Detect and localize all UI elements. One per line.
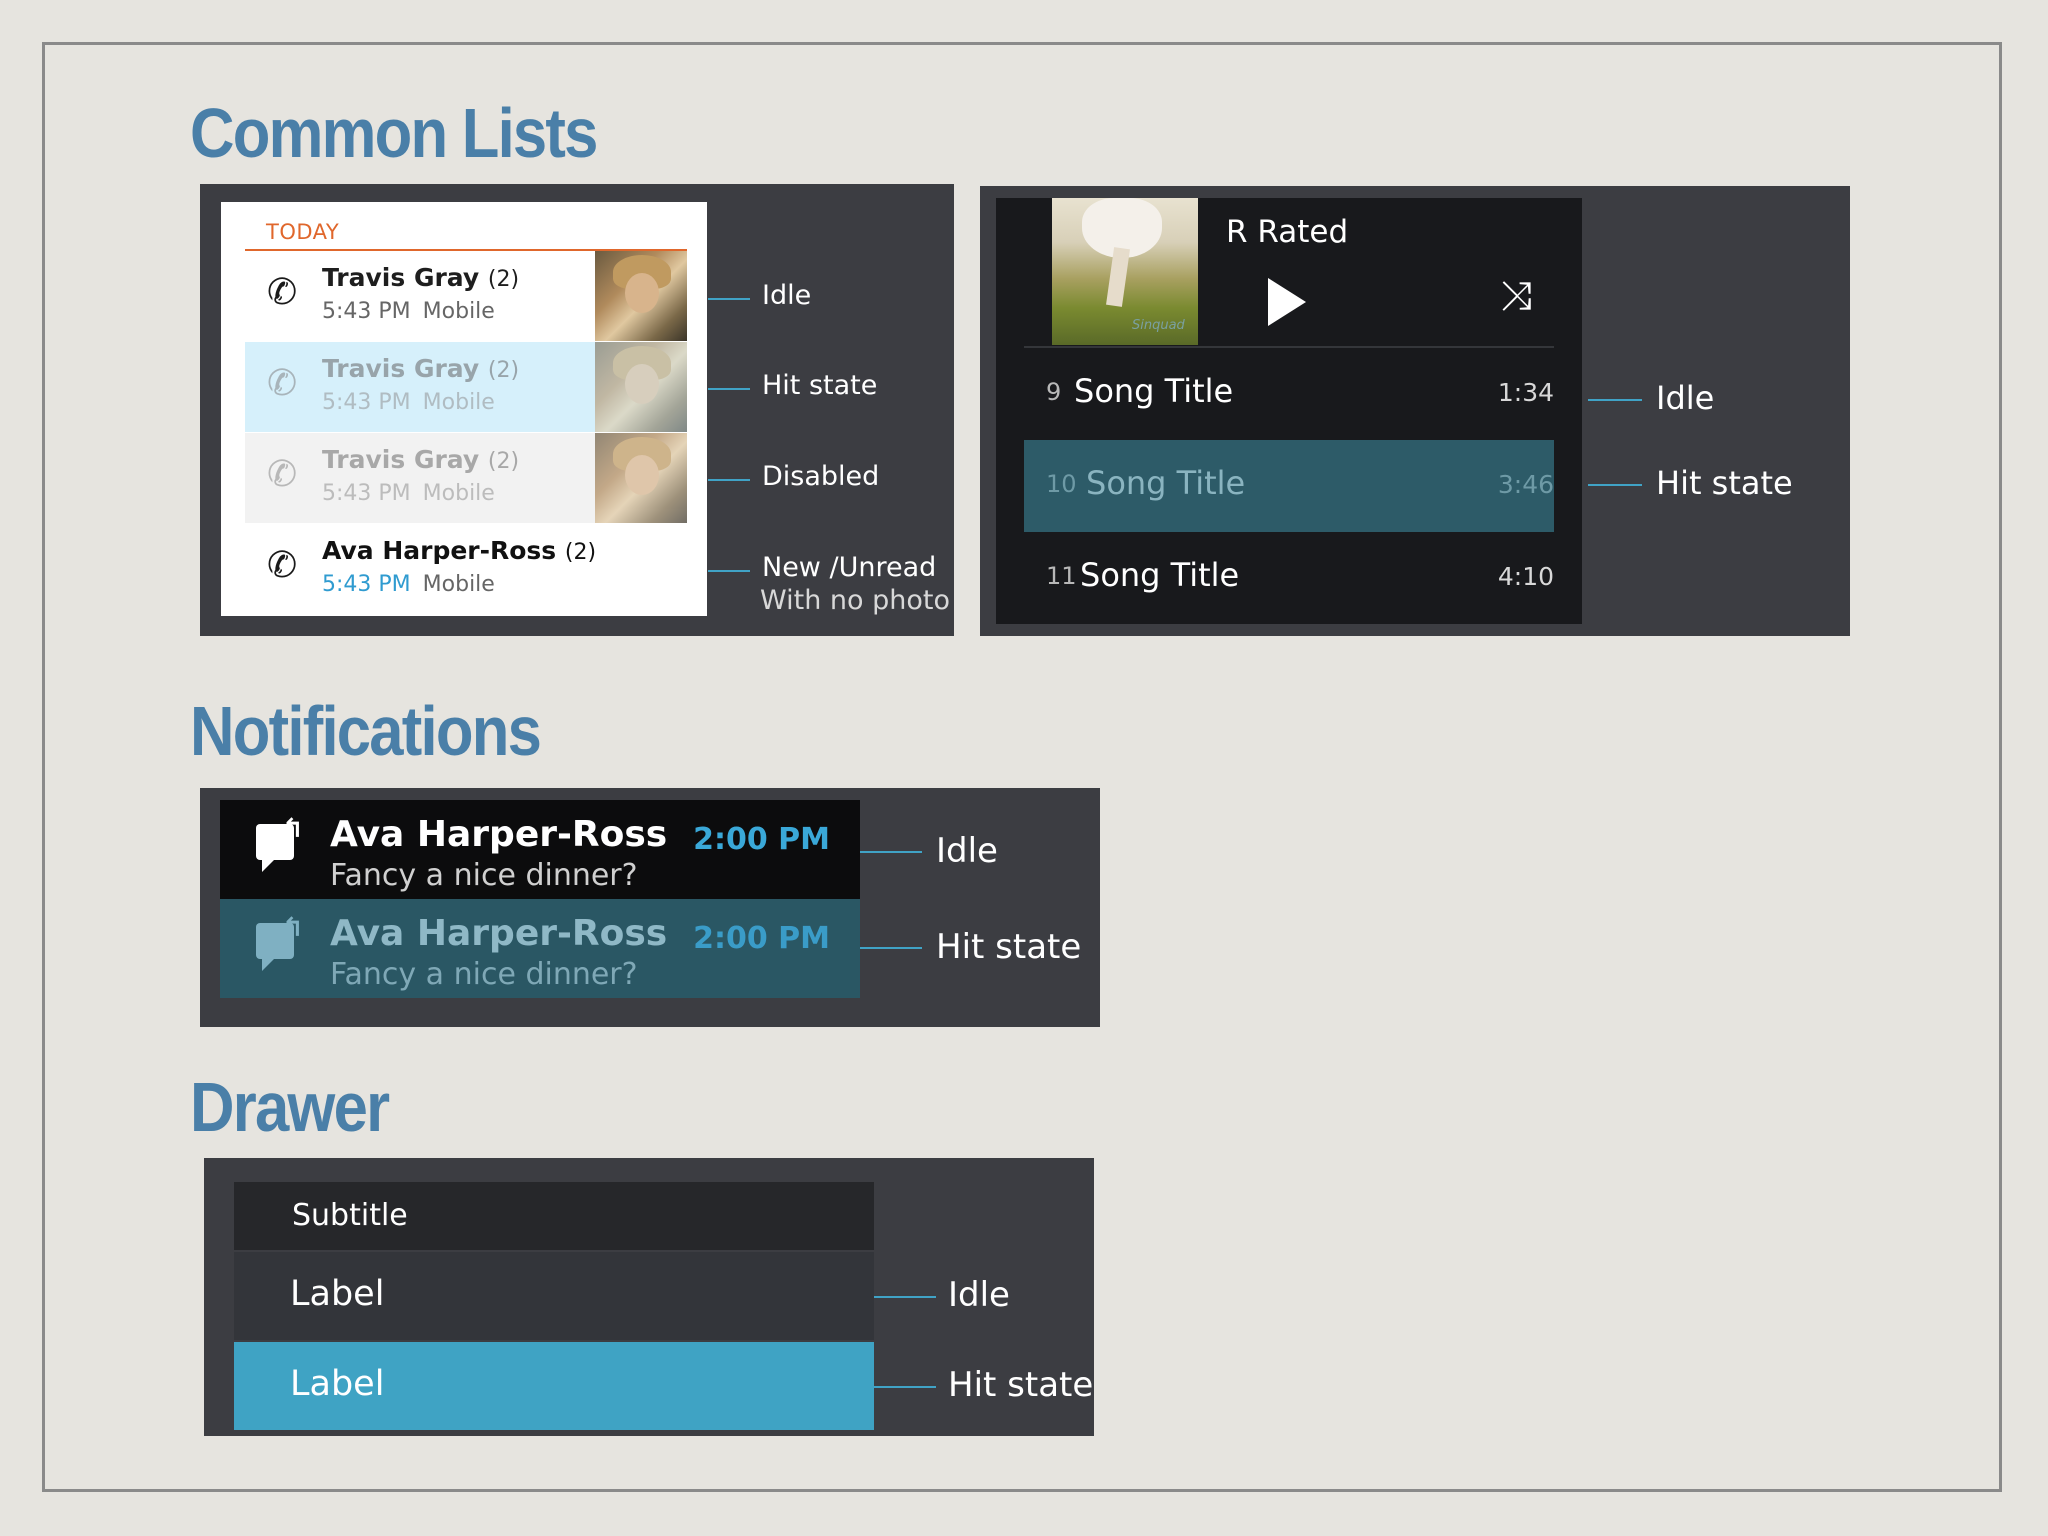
sender-name: Ava Harper-Ross xyxy=(330,913,668,954)
avatar xyxy=(595,433,687,523)
call-count: (2) xyxy=(487,267,520,292)
call-log-row-hit[interactable]: ✆ Travis Gray (2) 5:43 PM Mobile xyxy=(245,342,687,432)
annotation-idle: Idle xyxy=(936,831,998,871)
missed-call-icon: ✆ xyxy=(267,363,298,404)
drawer-item-hit[interactable]: Label xyxy=(234,1342,874,1430)
song-title: Song Title xyxy=(1080,556,1240,594)
annotation-line xyxy=(860,947,922,949)
call-log-row-idle[interactable]: ✆ Travis Gray (2) 5:43 PM Mobile xyxy=(245,251,687,341)
annotation-line xyxy=(860,851,922,853)
annotation-line xyxy=(874,1296,936,1298)
annotation-idle: Idle xyxy=(948,1275,1010,1315)
annotation-line xyxy=(708,479,750,481)
drawer-subtitle: Subtitle xyxy=(292,1198,408,1233)
annotation-idle: Idle xyxy=(762,280,812,311)
message-time: 2:00 PM xyxy=(693,921,830,956)
shuffle-icon[interactable]: ⤨ xyxy=(1500,276,1532,316)
message-time: 2:00 PM xyxy=(693,822,830,857)
song-duration: 1:34 xyxy=(1497,378,1554,407)
call-type: Mobile xyxy=(422,481,495,506)
section-title-notifications: Notifications xyxy=(190,692,542,770)
reply-arrow-icon: ↰ xyxy=(282,814,304,844)
track-number: 9 xyxy=(1046,378,1062,406)
play-icon[interactable] xyxy=(1268,278,1306,326)
caller-name: Travis Gray xyxy=(322,263,480,292)
caller-name: Ava Harper-Ross xyxy=(322,536,557,565)
missed-call-icon: ✆ xyxy=(267,545,298,586)
album-art: Sinquad xyxy=(1052,198,1198,345)
section-title-common-lists: Common Lists xyxy=(190,94,598,172)
annotation-hit-state: Hit state xyxy=(936,927,1082,967)
missed-call-icon: ✆ xyxy=(267,454,298,495)
annotation-line xyxy=(708,298,750,300)
message-preview: Fancy a nice dinner? xyxy=(330,858,638,893)
song-row-idle[interactable]: 9 Song Title 1:34 xyxy=(1024,348,1554,440)
call-type: Mobile xyxy=(422,299,495,324)
annotation-no-photo: With no photo xyxy=(760,585,950,616)
notification-hit[interactable]: ↰ Ava Harper-Ross Fancy a nice dinner? 2… xyxy=(220,899,860,998)
annotation-disabled: Disabled xyxy=(762,461,880,492)
song-duration: 4:10 xyxy=(1497,562,1554,591)
section-title-drawer: Drawer xyxy=(190,1068,390,1146)
song-row-hit[interactable]: 10 Song Title 3:46 xyxy=(1024,440,1554,532)
album-brand: Sinquad xyxy=(1132,318,1185,333)
annotation-idle: Idle xyxy=(1656,379,1715,417)
notification-idle[interactable]: ↰ Ava Harper-Ross Fancy a nice dinner? 2… xyxy=(220,800,860,899)
annotation-new-unread: New /Unread xyxy=(762,552,937,583)
sender-name: Ava Harper-Ross xyxy=(330,814,668,855)
annotation-hit-state: Hit state xyxy=(948,1365,1094,1405)
call-type: Mobile xyxy=(422,572,495,597)
call-time: 5:43 PM xyxy=(322,299,411,324)
song-row-idle[interactable]: 11 Song Title 4:10 xyxy=(1024,532,1554,624)
drawer-item-label: Label xyxy=(290,1274,385,1314)
call-type: Mobile xyxy=(422,390,495,415)
call-count: (2) xyxy=(487,358,520,383)
album-title: R Rated xyxy=(1226,214,1349,250)
reply-arrow-icon: ↰ xyxy=(282,913,304,943)
call-log-row-unread[interactable]: ✆ Ava Harper-Ross (2) 5:43 PM Mobile xyxy=(245,524,687,614)
call-count: (2) xyxy=(487,449,520,474)
avatar xyxy=(595,251,687,341)
call-count: (2) xyxy=(564,540,597,565)
annotation-line xyxy=(708,570,750,572)
track-number: 10 xyxy=(1046,470,1077,498)
song-duration: 3:46 xyxy=(1497,470,1554,499)
annotation-hit-state: Hit state xyxy=(1656,464,1793,502)
call-log-row-disabled: ✆ Travis Gray (2) 5:43 PM Mobile xyxy=(245,433,687,523)
missed-call-icon: ✆ xyxy=(267,272,298,313)
annotation-line xyxy=(708,388,750,390)
drawer-subtitle-row: Subtitle xyxy=(234,1182,874,1250)
caller-name: Travis Gray xyxy=(322,354,480,383)
song-title: Song Title xyxy=(1074,372,1234,410)
today-header: TODAY xyxy=(266,220,340,244)
annotation-line xyxy=(1588,484,1642,486)
call-log-card: TODAY ✆ Travis Gray (2) 5:43 PM Mobile ✆ … xyxy=(221,202,707,616)
annotation-line xyxy=(1588,399,1642,401)
avatar xyxy=(595,342,687,432)
track-number: 11 xyxy=(1046,562,1077,590)
caller-name: Travis Gray xyxy=(322,445,480,474)
drawer-item-label: Label xyxy=(290,1364,385,1404)
annotation-hit-state: Hit state xyxy=(762,370,878,401)
song-title: Song Title xyxy=(1086,464,1246,502)
call-time: 5:43 PM xyxy=(322,481,411,506)
message-preview: Fancy a nice dinner? xyxy=(330,957,638,992)
call-time: 5:43 PM xyxy=(322,572,411,597)
drawer-item-idle[interactable]: Label xyxy=(234,1252,874,1340)
annotation-line xyxy=(874,1386,936,1388)
music-player: Sinquad R Rated ⤨ 9 Song Title 1:34 10 S… xyxy=(996,198,1582,624)
call-time: 5:43 PM xyxy=(322,390,411,415)
